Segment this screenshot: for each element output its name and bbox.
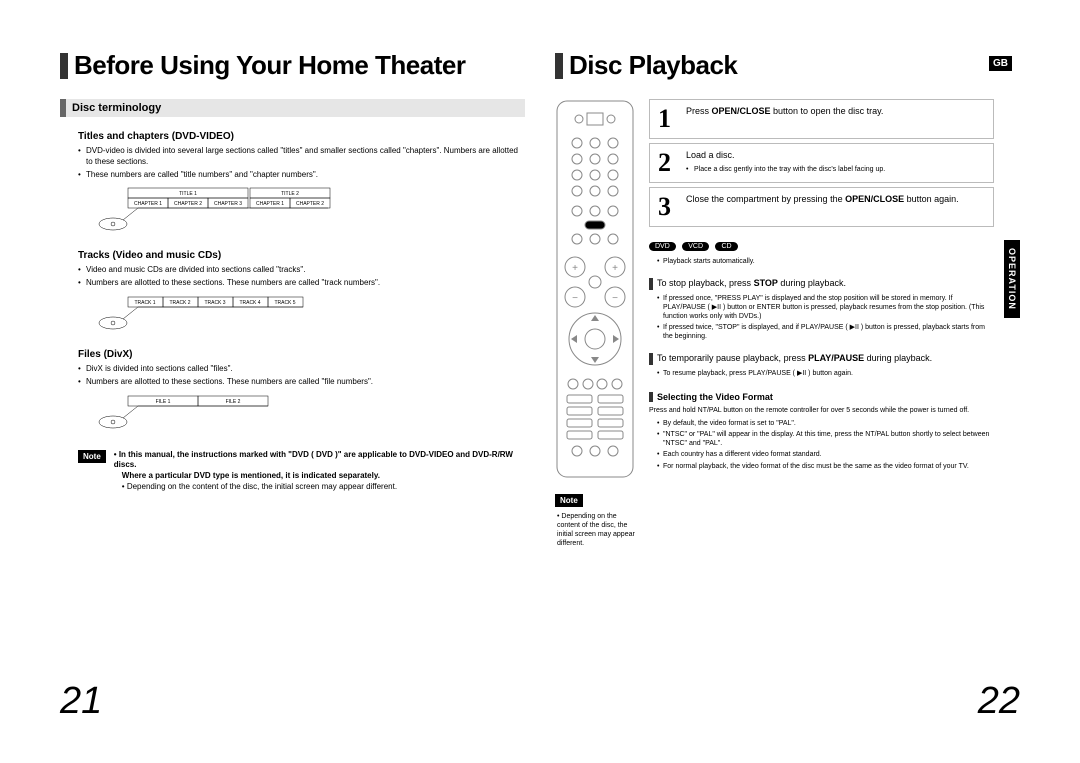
titles-diagram: TITLE 1 TITLE 2 CHAPTER 1 CHAPTER 2 CHAP… bbox=[98, 186, 525, 236]
step-text-bold: OPEN/CLOSE bbox=[845, 194, 904, 204]
svg-text:+: + bbox=[612, 263, 618, 274]
step-text: button again. bbox=[904, 194, 959, 204]
step-text: Load a disc. bbox=[686, 150, 735, 160]
diagram-label: TRACK 4 bbox=[239, 300, 260, 306]
files-bullet: Numbers are allotted to these sections. … bbox=[78, 377, 525, 388]
step-subtext: Place a disc gently into the tray with t… bbox=[686, 165, 885, 174]
diagram-label: CHAPTER 1 bbox=[134, 201, 162, 207]
section-tab-operation: OPERATION bbox=[1004, 240, 1020, 318]
diagram-label: CHAPTER 2 bbox=[296, 201, 324, 207]
diagram-label: FILE 2 bbox=[226, 399, 241, 405]
page-number-left: 21 bbox=[60, 680, 102, 723]
step-3: 3 Close the compartment by pressing the … bbox=[649, 187, 994, 227]
stop-bullet: If pressed once, "PRESS PLAY" is display… bbox=[657, 294, 994, 321]
note-label: Note bbox=[78, 450, 106, 463]
right-title: Disc Playback bbox=[555, 50, 1020, 81]
right-page: GB OPERATION Disc Playback bbox=[555, 50, 1020, 723]
page-number-right: 22 bbox=[978, 680, 1020, 723]
step-text: button to open the disc tray. bbox=[771, 106, 884, 116]
remote-illustration: + + − − bbox=[555, 99, 635, 548]
note-text: Where a particular DVD type is mentioned… bbox=[114, 471, 525, 482]
svg-text:+: + bbox=[572, 263, 578, 274]
titles-bullet: DVD-video is divided into several large … bbox=[78, 146, 525, 168]
step-number: 1 bbox=[658, 106, 678, 132]
diagram-label: TRACK 1 bbox=[134, 300, 155, 306]
files-subhead: Files (DivX) bbox=[78, 349, 525, 360]
diagram-label: TITLE 2 bbox=[281, 191, 299, 197]
titles-subhead: Titles and chapters (DVD-VIDEO) bbox=[78, 131, 525, 142]
video-bullet: By default, the video format is set to "… bbox=[657, 419, 994, 428]
left-page: Before Using Your Home Theater Disc term… bbox=[60, 50, 525, 723]
disc-pill-dvd: DVD bbox=[649, 242, 676, 251]
titles-bullet: These numbers are called "title numbers"… bbox=[78, 170, 525, 181]
note-text: Depending on the content of the disc, th… bbox=[127, 482, 397, 491]
auto-playback-note: Playback starts automatically. bbox=[657, 257, 994, 266]
left-title-text: Before Using Your Home Theater bbox=[74, 50, 465, 81]
pause-head: To temporarily pause playback, press PLA… bbox=[649, 353, 994, 365]
diagram-label: TRACK 2 bbox=[169, 300, 190, 306]
disc-pill-cd: CD bbox=[715, 242, 737, 251]
disc-pill-vcd: VCD bbox=[682, 242, 709, 251]
title-bar-icon bbox=[555, 53, 563, 79]
left-title: Before Using Your Home Theater bbox=[60, 50, 525, 81]
diagram-label: TRACK 5 bbox=[274, 300, 295, 306]
files-bullet: DivX is divided into sections called "fi… bbox=[78, 364, 525, 375]
diagram-label: TRACK 3 bbox=[204, 300, 225, 306]
step-text: Press bbox=[686, 106, 712, 116]
pause-bullet: To resume playback, press PLAY/PAUSE ( ▶… bbox=[657, 369, 994, 378]
section-disc-terminology: Disc terminology bbox=[60, 99, 525, 117]
tracks-diagram: TRACK 1 TRACK 2 TRACK 3 TRACK 4 TRACK 5 bbox=[98, 295, 525, 335]
note-label: Note bbox=[555, 494, 583, 507]
svg-text:−: − bbox=[612, 293, 618, 304]
stop-head: To stop playback, press STOP during play… bbox=[649, 278, 994, 290]
note-block: Note • In this manual, the instructions … bbox=[78, 450, 525, 493]
step-number: 2 bbox=[658, 150, 678, 176]
svg-text:−: − bbox=[572, 293, 578, 304]
video-bullet: For normal playback, the video format of… bbox=[657, 462, 994, 471]
step-number: 3 bbox=[658, 194, 678, 220]
note-text: In this manual, the instructions marked … bbox=[114, 450, 513, 470]
stop-bullet: If pressed twice, "STOP" is displayed, a… bbox=[657, 323, 994, 341]
video-format-intro: Press and hold NT/PAL button on the remo… bbox=[649, 406, 994, 415]
diagram-label: TITLE 1 bbox=[179, 191, 197, 197]
diagram-label: CHAPTER 3 bbox=[214, 201, 242, 207]
step-1: 1 Press OPEN/CLOSE button to open the di… bbox=[649, 99, 994, 139]
tracks-bullet: Numbers are allotted to these sections. … bbox=[78, 278, 525, 289]
right-title-text: Disc Playback bbox=[569, 50, 737, 81]
files-diagram: FILE 1 FILE 2 bbox=[98, 394, 525, 434]
diagram-label: CHAPTER 2 bbox=[174, 201, 202, 207]
diagram-label: FILE 1 bbox=[156, 399, 171, 405]
video-bullet: "NTSC" or "PAL" will appear in the displ… bbox=[657, 430, 994, 448]
title-bar-icon bbox=[60, 53, 68, 79]
video-format-head: Selecting the Video Format bbox=[649, 392, 994, 402]
language-badge: GB bbox=[989, 56, 1012, 71]
step-text: Close the compartment by pressing the bbox=[686, 194, 845, 204]
tracks-subhead: Tracks (Video and music CDs) bbox=[78, 250, 525, 261]
diagram-label: CHAPTER 1 bbox=[256, 201, 284, 207]
video-bullet: Each country has a different video forma… bbox=[657, 450, 994, 459]
step-2: 2 Load a disc. Place a disc gently into … bbox=[649, 143, 994, 183]
step-text-bold: OPEN/CLOSE bbox=[712, 106, 771, 116]
remote-note: Depending on the content of the disc, th… bbox=[557, 513, 635, 547]
tracks-bullet: Video and music CDs are divided into sec… bbox=[78, 265, 525, 276]
